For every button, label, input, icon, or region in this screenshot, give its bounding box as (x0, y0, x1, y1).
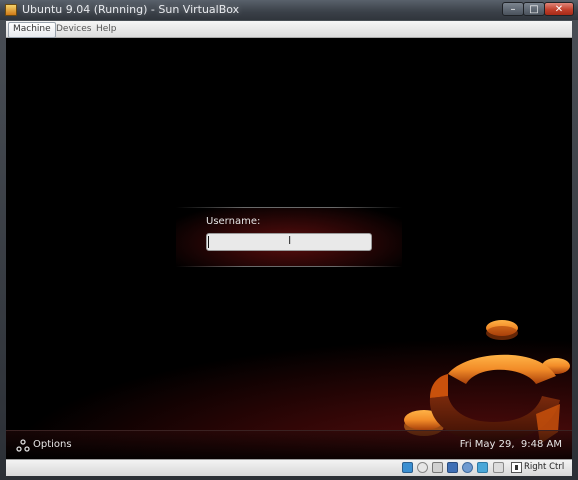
panel-divider-bottom (176, 266, 402, 267)
host-key-label: Right Ctrl (524, 462, 565, 472)
display-icon[interactable] (493, 462, 504, 473)
login-panel: Username: I (176, 207, 402, 267)
login-bottom-bar: Options Fri May 29, 9:48 AM (6, 430, 572, 459)
username-label: Username: (206, 216, 261, 227)
keyboard-capture-icon[interactable] (511, 462, 522, 473)
network-icon[interactable] (447, 462, 458, 473)
options-icon[interactable] (16, 439, 30, 453)
virtualbox-app-icon[interactable] (5, 4, 17, 16)
virtualbox-window: Ubuntu 9.04 (Running) - Sun VirtualBox –… (0, 0, 578, 480)
panel-divider-top (176, 207, 402, 208)
menu-machine[interactable]: Machine (8, 22, 56, 38)
options-button[interactable]: Options (33, 439, 72, 450)
guest-screen[interactable]: Username: I Options Fri May 29, 9:48 AM (6, 38, 572, 459)
title-bar[interactable]: Ubuntu 9.04 (Running) - Sun VirtualBox –… (0, 0, 578, 20)
floppy-icon[interactable] (432, 462, 443, 473)
maximize-button[interactable]: □ (523, 2, 545, 16)
close-button[interactable]: ✕ (544, 2, 574, 16)
clock: Fri May 29, 9:48 AM (459, 439, 562, 450)
menu-bar: Machine Devices Help (6, 21, 572, 38)
status-bar: Right Ctrl (6, 459, 572, 476)
window-title: Ubuntu 9.04 (Running) - Sun VirtualBox (22, 3, 240, 16)
menu-devices[interactable]: Devices (52, 22, 95, 36)
text-caret (208, 236, 209, 248)
minimize-button[interactable]: – (502, 2, 524, 16)
hard-disk-icon[interactable] (402, 462, 413, 473)
menu-help[interactable]: Help (92, 22, 121, 36)
ibeam-cursor-icon: I (288, 234, 292, 247)
usb-icon[interactable] (462, 462, 473, 473)
cd-dvd-icon[interactable] (417, 462, 428, 473)
shared-folders-icon[interactable] (477, 462, 488, 473)
